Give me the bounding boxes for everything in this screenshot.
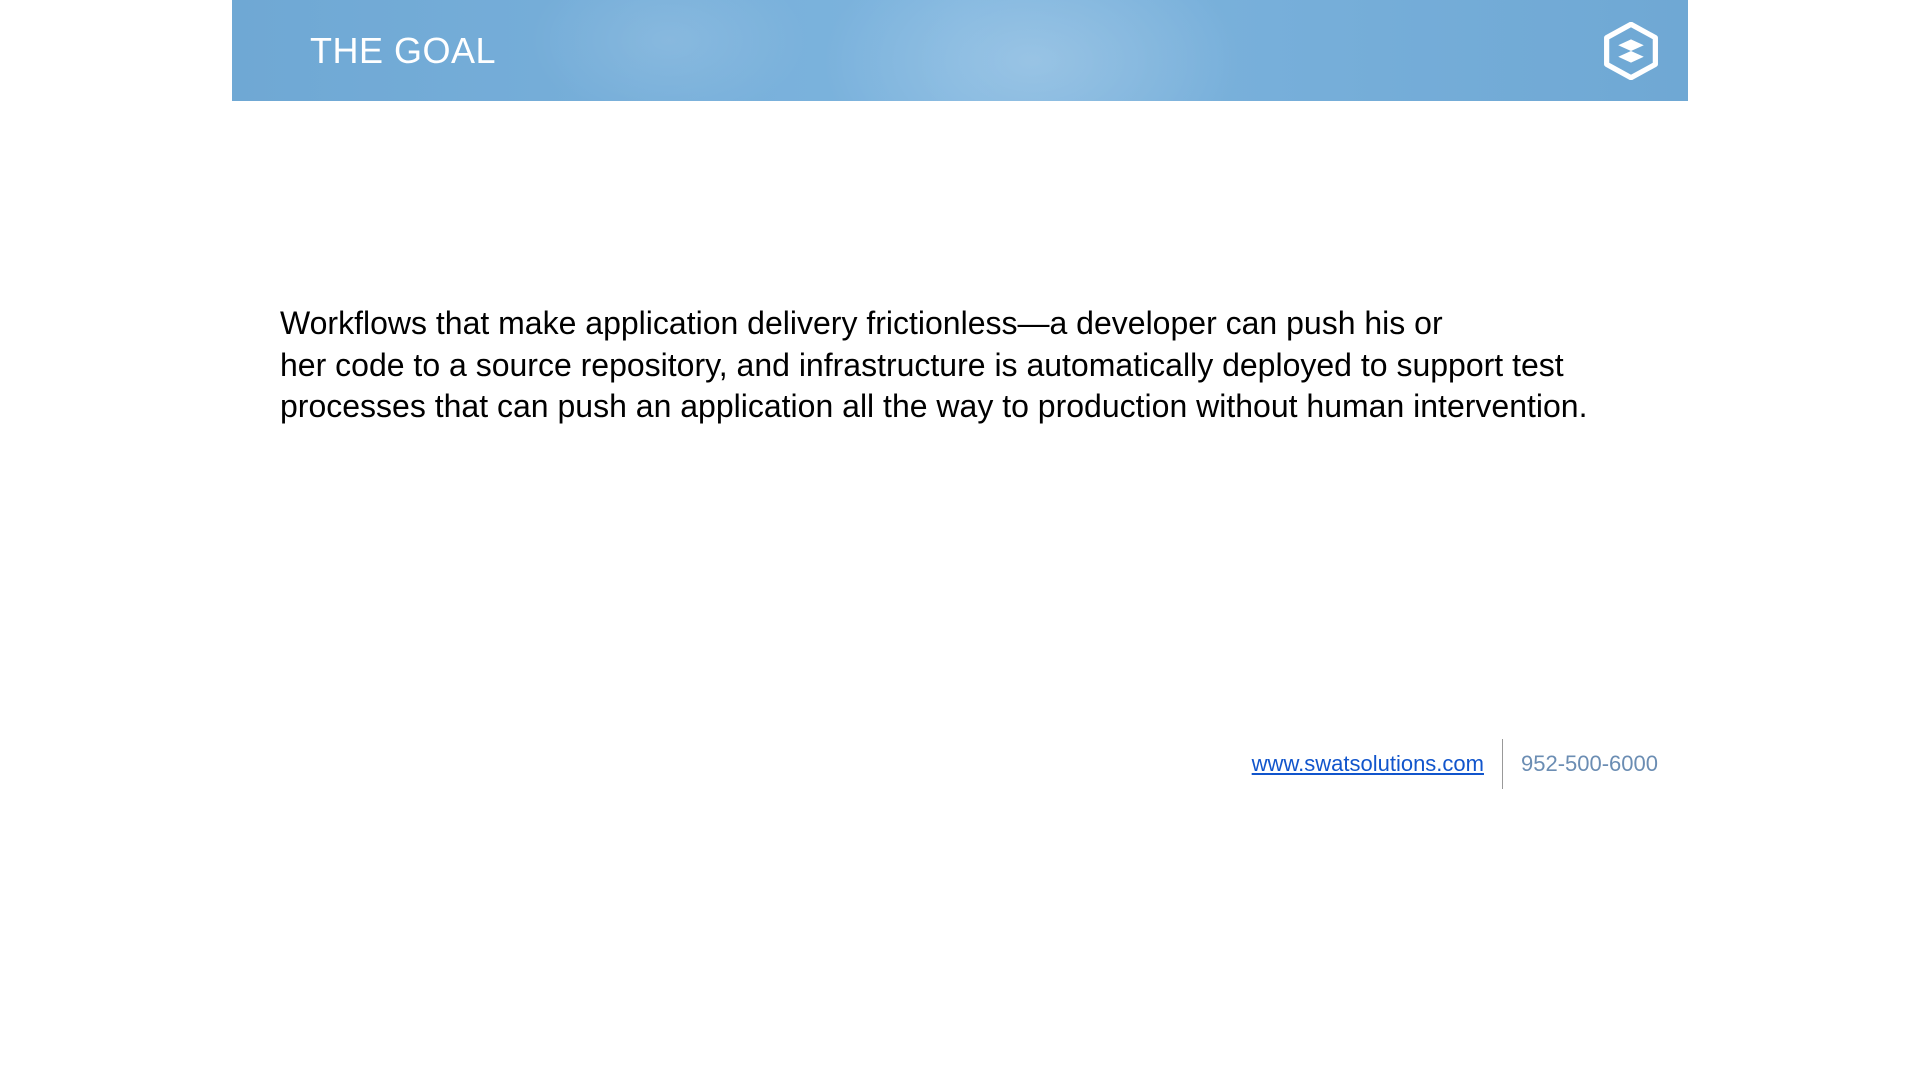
swat-hex-logo-icon [1602,22,1660,80]
header-banner: THE GOAL [232,0,1688,101]
phone-number: 952-500-6000 [1503,751,1658,777]
footer: www.swatsolutions.com 952-500-6000 [1252,739,1658,789]
website-link[interactable]: www.swatsolutions.com [1252,751,1502,777]
slide: THE GOAL Workflows that make application… [232,0,1688,819]
content-area: Workflows that make application delivery… [280,303,1640,428]
slide-title: THE GOAL [310,30,496,72]
body-paragraph: Workflows that make application delivery… [280,303,1640,428]
